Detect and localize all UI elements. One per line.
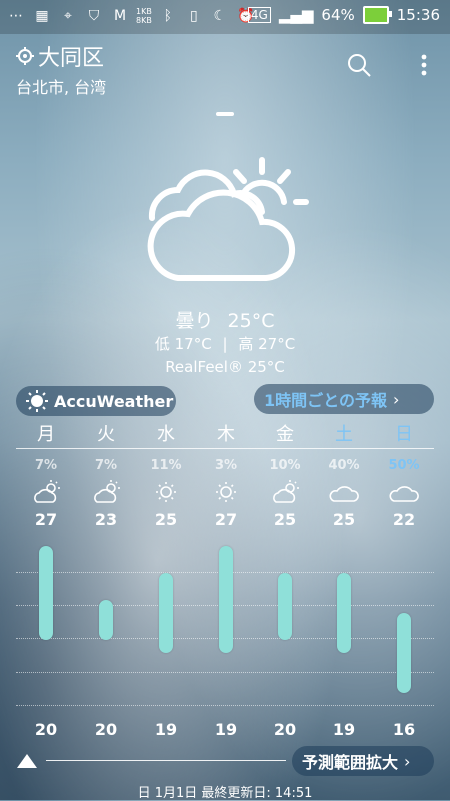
triangle-up-icon[interactable] bbox=[16, 752, 38, 770]
temp-range-bar bbox=[337, 573, 351, 653]
day-label: 火 bbox=[97, 424, 115, 445]
low-temp: 17°C bbox=[174, 335, 212, 353]
overflow-menu-icon[interactable] bbox=[418, 52, 430, 78]
day-low-temp: 19 bbox=[154, 720, 178, 739]
precip-chance: 50% bbox=[388, 458, 420, 473]
location-name: 大同区 bbox=[38, 46, 105, 71]
sun-icon bbox=[216, 482, 236, 502]
last-updated: 日 1月1日 最終更新日: 14:51 bbox=[137, 786, 313, 801]
temp-range-bar bbox=[397, 613, 411, 693]
partly-cloudy-icon bbox=[94, 480, 120, 503]
temp-range-bar bbox=[159, 573, 173, 653]
location-header[interactable]: 大同区 台北市, 台湾 bbox=[16, 40, 106, 98]
day-high-temp: 22 bbox=[392, 510, 416, 529]
day-label: 水 bbox=[157, 424, 175, 445]
day-low-temp: 20 bbox=[34, 720, 58, 739]
accuweather-label: AccuWeather bbox=[54, 391, 174, 411]
precip-chance: 40% bbox=[328, 458, 360, 473]
bluetooth-icon: ᛒ bbox=[163, 8, 173, 24]
grid-line bbox=[16, 705, 434, 706]
grid-line bbox=[16, 672, 434, 673]
cloud-icon bbox=[389, 486, 419, 502]
hourly-forecast-label: 1時間ごとの予報 bbox=[264, 391, 387, 410]
high-label: 高 bbox=[238, 335, 254, 353]
expand-forecast-label: 予測範囲拡大 bbox=[302, 753, 399, 772]
more-icon: ⋯ bbox=[9, 8, 23, 24]
location-sub: 台北市, 台湾 bbox=[16, 78, 107, 97]
battery-percent: 64% bbox=[321, 6, 355, 24]
cloudy-weather-icon bbox=[147, 157, 309, 281]
partly-cloudy-icon bbox=[34, 480, 60, 503]
day-high-temp: 25 bbox=[332, 510, 356, 529]
day-label: 土 bbox=[335, 424, 353, 445]
expand-forecast-button[interactable]: 予測範囲拡大 › bbox=[292, 746, 434, 776]
day-low-temp: 19 bbox=[332, 720, 356, 739]
low-label: 低 bbox=[154, 335, 170, 353]
day-high-temp: 27 bbox=[214, 510, 238, 529]
day-low-temp: 20 bbox=[94, 720, 118, 739]
hourly-forecast-button[interactable]: 1時間ごとの予報 › bbox=[254, 384, 434, 414]
day-high-temp: 23 bbox=[94, 510, 118, 529]
hi-lo-row: 低 17°C | 高 27°C bbox=[0, 333, 450, 354]
chevron-right-icon: › bbox=[404, 751, 411, 771]
current-temp: 25°C bbox=[227, 310, 275, 332]
day-header-row: 月 火 水 木 金 土 日 bbox=[0, 420, 450, 448]
day-high-temp: 25 bbox=[273, 510, 297, 529]
cloud-icon bbox=[329, 486, 359, 502]
temp-range-bar bbox=[278, 573, 292, 640]
day-high-temp: 25 bbox=[154, 510, 178, 529]
shield-icon: ⛉ bbox=[88, 8, 100, 24]
net-speed-down: 8KB bbox=[136, 16, 152, 25]
day-low-temp: 16 bbox=[392, 720, 416, 739]
gmail-icon: M bbox=[113, 8, 127, 24]
divider-line bbox=[16, 448, 434, 449]
temp-range-bar bbox=[219, 546, 233, 653]
map-icon: ⌖ bbox=[64, 8, 72, 24]
net-speed-up: 1KB bbox=[136, 7, 152, 16]
day-label: 金 bbox=[276, 424, 294, 445]
high-temp: 27°C bbox=[258, 335, 296, 353]
location-target-icon bbox=[16, 47, 34, 65]
precip-chance: 10% bbox=[269, 458, 301, 473]
day-label: 木 bbox=[217, 424, 235, 445]
vibrate-icon: ▯ bbox=[189, 8, 198, 24]
net-speed: 1KB 8KB bbox=[136, 7, 152, 25]
current-condition: 曇り 25°C bbox=[0, 306, 450, 333]
condition-text: 曇り bbox=[175, 310, 214, 332]
precip-chance: 3% bbox=[214, 458, 238, 473]
accuweather-sun-icon bbox=[26, 390, 48, 412]
status-bar: ⋯ ▦ ⌖ ⛉ M 1KB 8KB ᛒ ▯ ☾ ⏰ 4G ▂▄▆ 64% 15:… bbox=[0, 0, 450, 34]
day-label: 日 bbox=[395, 424, 413, 445]
day-high-temp: 27 bbox=[34, 510, 58, 529]
moon-icon: ☾ bbox=[213, 8, 227, 24]
day-low-temp: 19 bbox=[214, 720, 238, 739]
precip-chance: 11% bbox=[150, 458, 182, 473]
app-monitor-icon: ▦ bbox=[35, 8, 49, 24]
signal-icon: ▂▄▆ bbox=[278, 6, 314, 24]
partly-cloudy-icon bbox=[273, 480, 299, 503]
realfeel: RealFeel® 25°C bbox=[165, 358, 285, 376]
precip-chance: 7% bbox=[94, 458, 118, 473]
day-low-temp: 20 bbox=[273, 720, 297, 739]
accuweather-badge[interactable]: AccuWeather bbox=[16, 386, 176, 416]
chevron-right-icon: › bbox=[392, 389, 400, 409]
precip-chance: 7% bbox=[34, 458, 58, 473]
clock: 15:36 bbox=[396, 6, 440, 24]
search-icon[interactable] bbox=[346, 52, 372, 78]
divider: | bbox=[222, 335, 228, 353]
range-track bbox=[46, 760, 286, 761]
day-label: 月 bbox=[37, 424, 55, 445]
temp-range-bar bbox=[39, 546, 53, 640]
network-type: 4G bbox=[247, 7, 271, 23]
sun-icon bbox=[156, 482, 176, 502]
battery-icon bbox=[362, 6, 392, 24]
drag-handle[interactable] bbox=[216, 112, 234, 116]
temp-range-bar bbox=[99, 600, 113, 640]
